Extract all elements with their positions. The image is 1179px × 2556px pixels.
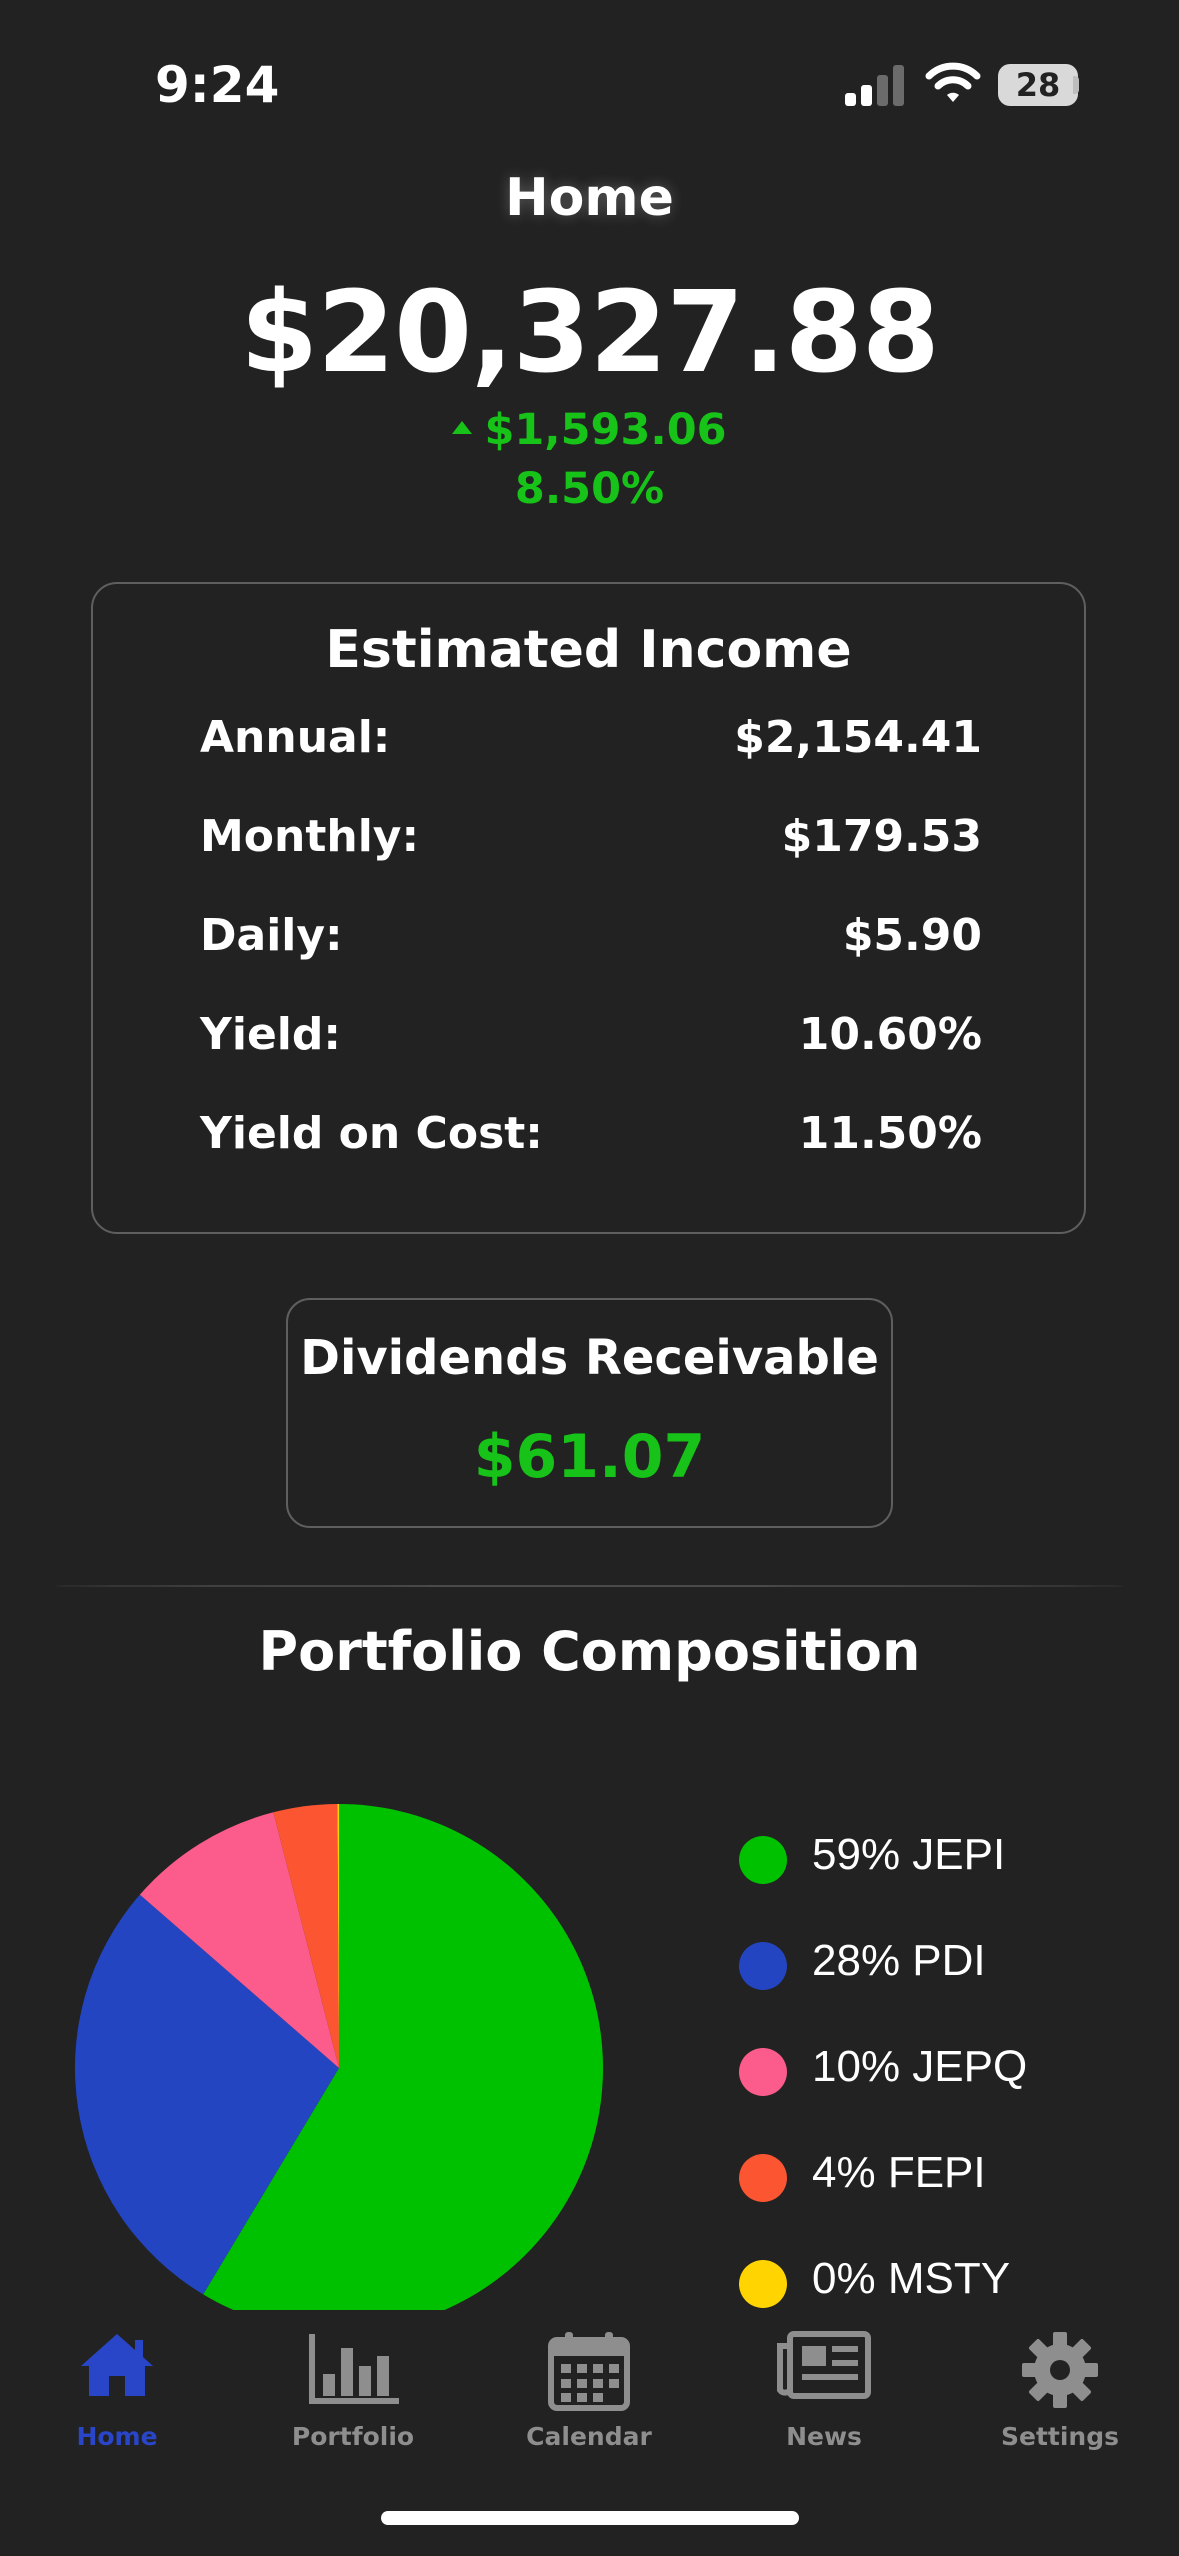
- tab-home[interactable]: Home: [17, 2330, 217, 2460]
- dividends-receivable-title: Dividends Receivable: [300, 1330, 879, 1386]
- legend-label: 10% JEPQ: [812, 2042, 1028, 2091]
- legend-label: 4% FEPI: [812, 2148, 986, 2197]
- newspaper-icon: [777, 2331, 871, 2399]
- battery-tip: [1073, 76, 1079, 94]
- portfolio-composition-title: Portfolio Composition: [258, 1620, 921, 1683]
- income-row-monthly: Monthly: $179.53: [200, 811, 982, 871]
- calendar-icon: [548, 2332, 630, 2411]
- income-row-daily: Daily: $5.90: [200, 910, 982, 970]
- bar-chart-icon: [309, 2334, 399, 2404]
- legend-label: 0% MSTY: [812, 2254, 1011, 2303]
- legend-swatch: [739, 2048, 787, 2096]
- income-label: Daily:: [200, 910, 343, 961]
- page-title: Home: [505, 168, 674, 228]
- tab-settings[interactable]: Settings: [960, 2330, 1160, 2460]
- income-value: 10.60%: [798, 1009, 982, 1060]
- legend-swatch: [739, 2260, 787, 2308]
- section-divider: [55, 1585, 1124, 1587]
- change-amount: $1,593.06: [484, 405, 727, 455]
- estimated-income-card: Estimated Income Annual: $2,154.41 Month…: [91, 582, 1086, 1234]
- gear-icon: [1022, 2332, 1098, 2408]
- estimated-income-title: Estimated Income: [325, 620, 852, 680]
- battery-level: 28: [1015, 66, 1061, 104]
- legend-label: 59% JEPI: [812, 1830, 1006, 1879]
- tab-news[interactable]: News: [724, 2330, 924, 2460]
- battery-icon: 28: [998, 64, 1078, 106]
- income-label: Annual:: [200, 712, 391, 763]
- wifi-icon: [925, 62, 981, 102]
- income-label: Monthly:: [200, 811, 420, 862]
- income-row-yield: Yield: 10.60%: [200, 1009, 982, 1069]
- tab-label: Calendar: [526, 2422, 652, 2451]
- income-value: $2,154.41: [734, 712, 982, 763]
- portfolio-total-value: $20,327.88: [240, 268, 940, 398]
- income-label: Yield:: [200, 1009, 341, 1060]
- tab-label: Portfolio: [291, 2422, 415, 2451]
- income-value: $5.90: [842, 910, 982, 961]
- tab-label: Settings: [1000, 2422, 1119, 2451]
- change-percent: 8.50%: [514, 464, 665, 514]
- tab-label: Home: [76, 2422, 158, 2451]
- home-indicator[interactable]: [381, 2511, 799, 2525]
- tab-calendar[interactable]: Calendar: [489, 2330, 689, 2460]
- house-icon: [81, 2334, 153, 2396]
- income-row-annual: Annual: $2,154.41: [200, 712, 982, 772]
- legend-swatch: [739, 1942, 787, 1990]
- legend-swatch: [739, 1836, 787, 1884]
- dividends-receivable-card: Dividends Receivable $61.07: [286, 1298, 893, 1528]
- tab-label: News: [786, 2422, 862, 2451]
- tab-portfolio[interactable]: Portfolio: [253, 2330, 453, 2460]
- arrow-up-icon: [452, 421, 473, 434]
- income-value: $179.53: [781, 811, 982, 862]
- portfolio-change: $1,593.06: [0, 405, 1179, 455]
- legend-label: 28% PDI: [812, 1936, 986, 1985]
- dividends-receivable-value: $61.07: [473, 1422, 706, 1492]
- status-time: 9:24: [155, 56, 280, 114]
- pie-legend: 59% JEPI 28% PDI 10% JEPQ 4% FEPI 0% MSTY: [0, 1700, 1179, 2310]
- income-label: Yield on Cost:: [200, 1108, 543, 1159]
- legend-swatch: [739, 2154, 787, 2202]
- income-value: 11.50%: [798, 1108, 982, 1159]
- cellular-signal-icon: [845, 65, 904, 106]
- income-row-yield-on-cost: Yield on Cost: 11.50%: [200, 1108, 982, 1168]
